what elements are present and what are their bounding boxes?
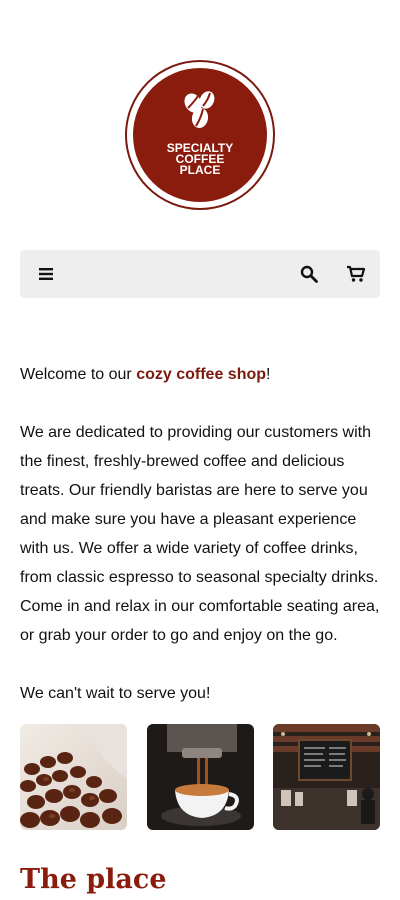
welcome-highlight: cozy coffee shop — [136, 366, 267, 383]
cart-icon[interactable] — [344, 262, 368, 286]
welcome-suffix: ! — [266, 366, 271, 383]
intro-content: Welcome to our cozy coffee shop! We are … — [20, 360, 382, 708]
logo-text: SPECIALTY COFFEE PLACE — [166, 141, 234, 177]
espresso-cup-image[interactable] — [147, 724, 254, 830]
hamburger-icon[interactable] — [34, 262, 58, 286]
logo-badge: SPECIALTY COFFEE PLACE — [133, 68, 267, 202]
closing-text: We can't wait to serve you! — [20, 685, 211, 702]
nav-bar — [20, 250, 380, 298]
image-gallery — [20, 724, 380, 830]
search-icon[interactable] — [297, 262, 321, 286]
coffee-shop-interior-image[interactable] — [273, 724, 380, 830]
welcome-prefix: Welcome to our — [20, 366, 137, 383]
body-text: We are dedicated to providing our custom… — [20, 424, 380, 644]
coffee-beans-image[interactable] — [20, 724, 127, 830]
logo[interactable]: SPECIALTY COFFEE PLACE — [125, 60, 275, 210]
logo-ring: SPECIALTY COFFEE PLACE — [125, 60, 275, 210]
coffee-beans-icon — [179, 88, 221, 135]
welcome-text: Welcome to our cozy coffee shop! — [20, 360, 382, 389]
section-title: The place — [20, 864, 167, 895]
